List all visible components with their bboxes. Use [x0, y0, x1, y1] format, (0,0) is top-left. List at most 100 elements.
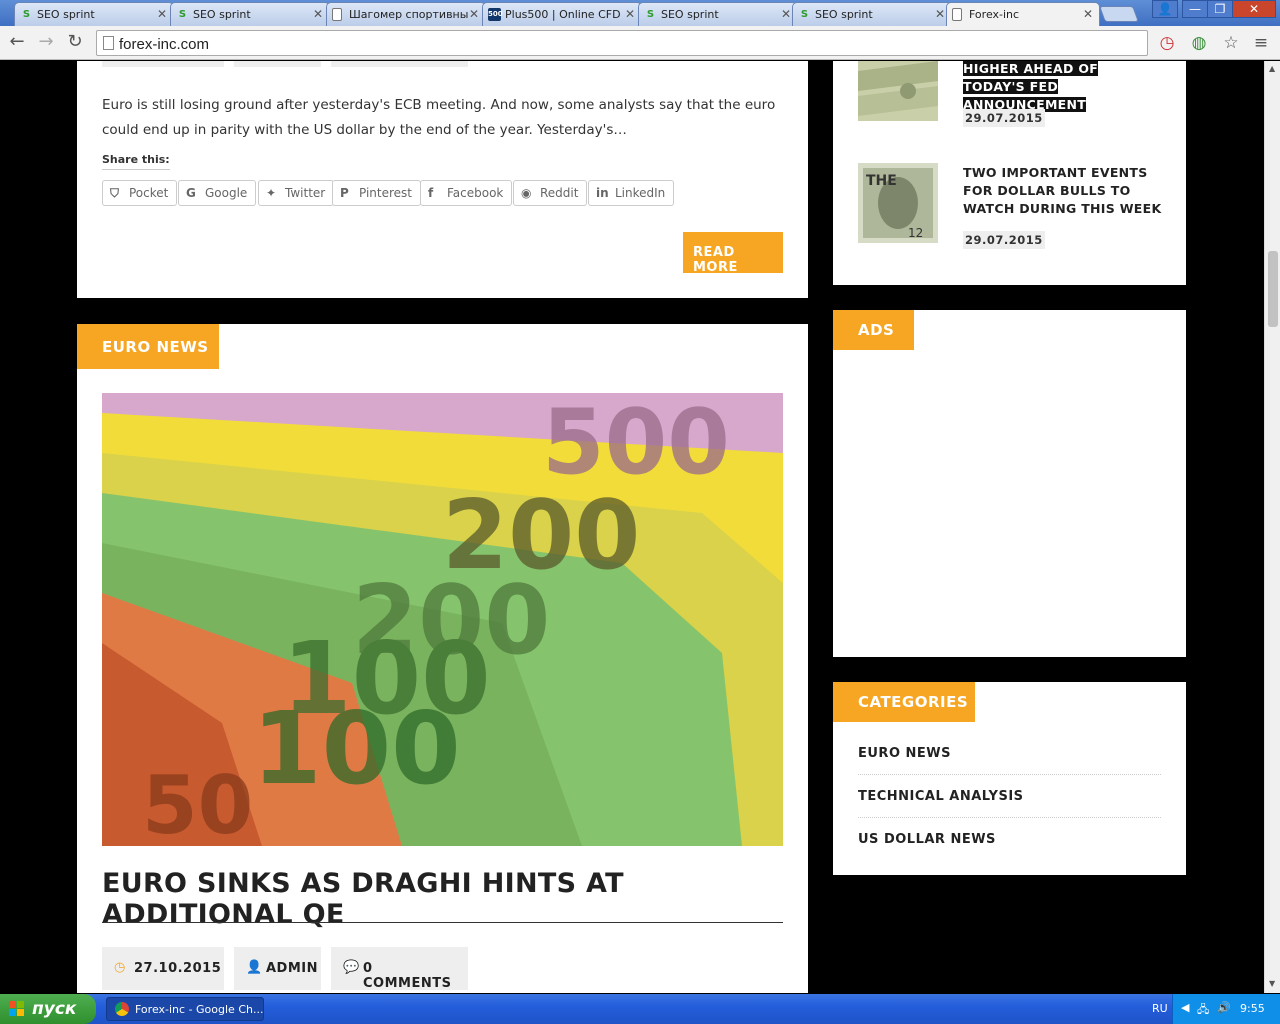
browser-tab[interactable]: S SEO sprint ✕: [170, 2, 330, 26]
ads-widget-title: ADS: [833, 310, 914, 350]
post-card-previous: Euro is still losing ground after yester…: [77, 61, 808, 298]
category-link-technical-analysis[interactable]: TECHNICAL ANALYSIS: [858, 775, 1161, 818]
tray-expand-icon[interactable]: ◀: [1181, 1001, 1189, 1014]
post-author[interactable]: 👤 ADMIN: [234, 947, 321, 990]
windows-logo-icon: [9, 1001, 24, 1016]
share-reddit-button[interactable]: ◉ Reddit: [513, 180, 588, 206]
tab-title: Plus500 | Online CFD: [505, 8, 621, 21]
comment-icon: 💬: [343, 960, 360, 975]
close-tab-icon[interactable]: ✕: [781, 7, 791, 21]
seo-sprint-favicon-icon: S: [800, 9, 809, 20]
close-tab-icon[interactable]: ✕: [625, 7, 635, 21]
svg-text:12: 12: [908, 226, 923, 240]
share-button-label: LinkedIn: [615, 186, 666, 200]
url-text[interactable]: forex-inc.com: [119, 36, 209, 53]
post-comments[interactable]: 💬 0 COMMENTS: [331, 947, 468, 991]
share-button-label: Pocket: [129, 186, 169, 200]
title-divider: [102, 922, 783, 923]
browser-tab[interactable]: S SEO sprint ✕: [792, 2, 952, 26]
forward-icon[interactable]: →: [34, 31, 58, 55]
post-category-badge[interactable]: EURO NEWS: [77, 324, 219, 369]
plus500-favicon-icon: 500: [488, 8, 503, 21]
close-tab-icon[interactable]: ✕: [469, 7, 479, 21]
read-more-button[interactable]: READ MORE: [683, 232, 783, 275]
recent-post-date: 29.07.2015: [963, 231, 1045, 249]
scroll-down-icon[interactable]: ▼: [1269, 979, 1275, 988]
share-button-label: Reddit: [540, 186, 579, 200]
category-link-euro-news[interactable]: EURO NEWS: [858, 732, 1161, 775]
recent-post-title[interactable]: HIGHER AHEAD OF TODAY'S FED ANNOUNCEMENT: [963, 61, 1163, 114]
minimize-icon[interactable]: —: [1182, 0, 1208, 18]
share-button-label: Facebook: [447, 186, 504, 200]
euro-banknotes-image: 500 200 200 100 100 50: [102, 393, 783, 846]
share-twitter-button[interactable]: ✦ Twitter: [258, 180, 335, 206]
share-pocket-button[interactable]: ⛉ Pocket: [102, 180, 178, 206]
back-icon[interactable]: ←: [5, 31, 29, 55]
dollar-bill-thumbnail[interactable]: THE 12: [858, 163, 938, 243]
scroll-up-icon[interactable]: ▲: [1269, 64, 1275, 73]
scrollbar-thumb[interactable]: [1268, 251, 1278, 327]
google-plus-icon: G: [186, 186, 196, 200]
page-icon: [103, 36, 114, 50]
recent-post-title-text: HIGHER AHEAD OF TODAY'S FED ANNOUNCEMENT: [963, 61, 1099, 112]
post-title[interactable]: EURO SINKS AS DRAGHI HINTS AT ADDITIONAL…: [102, 868, 808, 930]
volume-icon[interactable]: 🔊: [1217, 1001, 1231, 1014]
share-button-label: Twitter: [285, 186, 326, 200]
bookmark-star-icon[interactable]: ☆: [1220, 32, 1242, 54]
share-linkedin-button[interactable]: in LinkedIn: [588, 180, 675, 206]
windows-taskbar: пуск Forex-inc - Google Ch... RU ◀ 🖧 🔊 9…: [0, 994, 1280, 1024]
browser-tab[interactable]: 500 Plus500 | Online CFD ✕: [482, 2, 642, 26]
browser-tab[interactable]: S SEO sprint ✕: [14, 2, 174, 26]
close-tab-icon[interactable]: ✕: [157, 7, 167, 21]
page-scrollbar[interactable]: ▲ ▼: [1264, 61, 1280, 993]
extension-timer-icon[interactable]: ◷: [1156, 32, 1178, 54]
categories-widget: CATEGORIES EURO NEWS TECHNICAL ANALYSIS …: [833, 682, 1186, 875]
browser-tab-active[interactable]: Forex-inc ✕: [946, 2, 1100, 26]
recent-posts-widget: HIGHER AHEAD OF TODAY'S FED ANNOUNCEMENT…: [833, 61, 1186, 285]
seo-sprint-favicon-icon: S: [22, 9, 31, 20]
share-pinterest-button[interactable]: P Pinterest: [332, 180, 422, 206]
network-icon[interactable]: 🖧: [1197, 1001, 1209, 1020]
start-label: пуск: [32, 999, 77, 1019]
language-indicator[interactable]: RU: [1152, 1002, 1168, 1015]
start-button[interactable]: пуск: [0, 994, 96, 1024]
clock[interactable]: 9:55: [1240, 1002, 1265, 1015]
browser-tab[interactable]: Шагомер спортивны ✕: [326, 2, 486, 26]
svg-text:50: 50: [142, 759, 253, 846]
new-tab-button[interactable]: [1099, 6, 1139, 22]
address-bar[interactable]: forex-inc.com: [96, 30, 1148, 56]
reddit-icon: ◉: [521, 186, 532, 200]
tab-title: SEO sprint: [193, 8, 251, 21]
post-author-text: ADMIN: [266, 961, 319, 976]
document-favicon-icon: [952, 8, 962, 21]
tab-title: SEO sprint: [815, 8, 873, 21]
taskbar-item-label: Forex-inc - Google Ch...: [135, 1003, 264, 1016]
tab-title: Forex-inc: [969, 8, 1020, 21]
taskbar-item-chrome[interactable]: Forex-inc - Google Ch...: [106, 997, 264, 1021]
tab-title: SEO sprint: [37, 8, 95, 21]
close-tab-icon[interactable]: ✕: [1083, 7, 1093, 21]
recent-post-title[interactable]: TWO IMPORTANT EVENTS FOR DOLLAR BULLS TO…: [963, 164, 1163, 218]
tab-strip: S SEO sprint ✕ S SEO sprint ✕ Шагомер сп…: [0, 0, 1280, 26]
close-tab-icon[interactable]: ✕: [313, 7, 323, 21]
menu-icon[interactable]: ≡: [1250, 32, 1272, 54]
dollar-bills-thumbnail[interactable]: [858, 61, 938, 121]
share-google-button[interactable]: G Google: [178, 180, 257, 206]
close-tab-icon[interactable]: ✕: [935, 7, 945, 21]
category-link-us-dollar-news[interactable]: US DOLLAR NEWS: [858, 818, 1161, 861]
globe-icon[interactable]: ◍: [1188, 32, 1210, 54]
reload-icon[interactable]: ↻: [63, 31, 87, 55]
chrome-icon: [115, 1002, 129, 1016]
document-favicon-icon: [332, 8, 342, 21]
share-label: Share this:: [102, 153, 170, 170]
post-date-text: 27.10.2015: [134, 961, 222, 976]
close-window-icon[interactable]: ✕: [1232, 0, 1276, 18]
post-date: ◷ 27.10.2015: [102, 947, 224, 990]
browser-tab[interactable]: S SEO sprint ✕: [638, 2, 798, 26]
share-button-label: Pinterest: [359, 186, 413, 200]
user-icon[interactable]: 👤: [1152, 0, 1178, 18]
post-card: EURO NEWS 500 200 200 100 100 50 EURO SI…: [77, 324, 808, 993]
facebook-icon: f: [428, 186, 434, 200]
restore-icon[interactable]: ❐: [1207, 0, 1233, 18]
share-facebook-button[interactable]: f Facebook: [420, 180, 513, 206]
